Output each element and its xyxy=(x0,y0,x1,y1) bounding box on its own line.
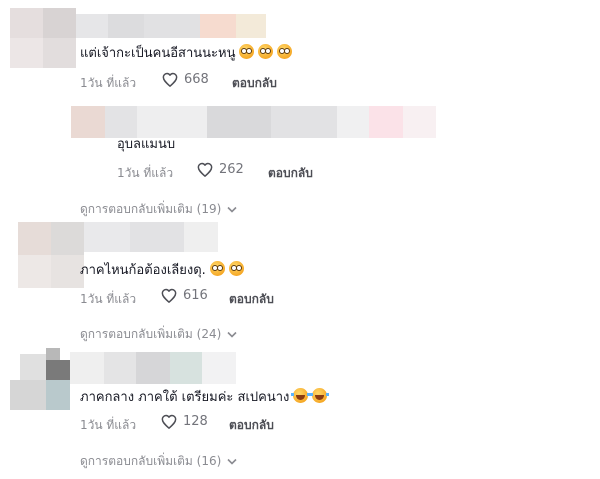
username-blurred[interactable] xyxy=(70,352,236,384)
comment-body: อุบลแมนบ xyxy=(117,137,176,152)
view-more-label: ดูการตอบกลับเพิ่มเติม (24) xyxy=(80,327,222,341)
laughing-tears-icon xyxy=(310,388,330,403)
view-more-replies[interactable]: ดูการตอบกลับเพิ่มเติม (24) xyxy=(80,325,237,344)
like-button[interactable]: 262 xyxy=(197,162,244,177)
like-count: 616 xyxy=(183,288,208,303)
comment-text: แต่เจ้ากะเป็นคนอีสานนะหนู xyxy=(80,44,293,63)
flushed-face-icon xyxy=(239,44,255,59)
comment-text: ภาคกลาง ภาคใต้ เตรียมค่ะ สเปคนาง xyxy=(80,388,330,407)
flushed-face-icon xyxy=(228,261,244,276)
avatar[interactable] xyxy=(18,222,84,288)
like-button[interactable]: 128 xyxy=(161,414,208,429)
like-count: 668 xyxy=(184,72,209,87)
flushed-face-icon xyxy=(209,261,225,276)
reply-button[interactable]: ตอบกลับ xyxy=(229,416,274,435)
heart-outline-icon xyxy=(161,414,177,429)
reply-button[interactable]: ตอบกลับ xyxy=(232,74,277,93)
flushed-face-icon xyxy=(258,44,274,59)
view-more-replies[interactable]: ดูการตอบกลับเพิ่มเติม (16) xyxy=(80,452,237,471)
chevron-down-icon xyxy=(227,458,237,465)
comment-time: 1วัน ที่แล้ว xyxy=(80,76,137,90)
like-button[interactable]: 616 xyxy=(161,288,208,303)
flushed-face-icon xyxy=(277,44,293,59)
heart-outline-icon xyxy=(162,72,178,87)
like-button[interactable]: 668 xyxy=(162,72,209,87)
comment-time: 1วัน ที่แล้ว xyxy=(80,418,137,432)
comment-body: ภาคกลาง ภาคใต้ เตรียมค่ะ สเปคนาง xyxy=(80,390,290,405)
avatar[interactable] xyxy=(10,8,76,68)
like-count: 128 xyxy=(183,414,208,429)
comment-body: ภาคไหนก้อต้องเลียงดุ. xyxy=(80,263,206,278)
reply-button[interactable]: ตอบกลับ xyxy=(268,164,313,183)
avatar[interactable] xyxy=(10,348,70,410)
view-more-replies[interactable]: ดูการตอบกลับเพิ่มเติม (19) xyxy=(80,200,237,219)
comment-text: ภาคไหนก้อต้องเลียงดุ. xyxy=(80,261,244,280)
comment-body: แต่เจ้ากะเป็นคนอีสานนะหนู xyxy=(80,46,236,61)
username-blurred[interactable] xyxy=(76,14,266,38)
like-count: 262 xyxy=(219,162,244,177)
view-more-label: ดูการตอบกลับเพิ่มเติม (19) xyxy=(80,202,222,216)
username-blurred[interactable] xyxy=(84,222,218,252)
heart-outline-icon xyxy=(161,288,177,303)
chevron-down-icon xyxy=(227,331,237,338)
heart-outline-icon xyxy=(197,162,213,177)
laughing-tears-icon xyxy=(291,388,311,403)
reply-username-blurred[interactable] xyxy=(71,106,436,138)
chevron-down-icon xyxy=(227,206,237,213)
comment-time: 1วัน ที่แล้ว xyxy=(117,166,174,180)
reply-text: อุบลแมนบ xyxy=(117,136,175,154)
reply-button[interactable]: ตอบกลับ xyxy=(229,290,274,309)
comment-time: 1วัน ที่แล้ว xyxy=(80,292,137,306)
view-more-label: ดูการตอบกลับเพิ่มเติม (16) xyxy=(80,454,222,468)
